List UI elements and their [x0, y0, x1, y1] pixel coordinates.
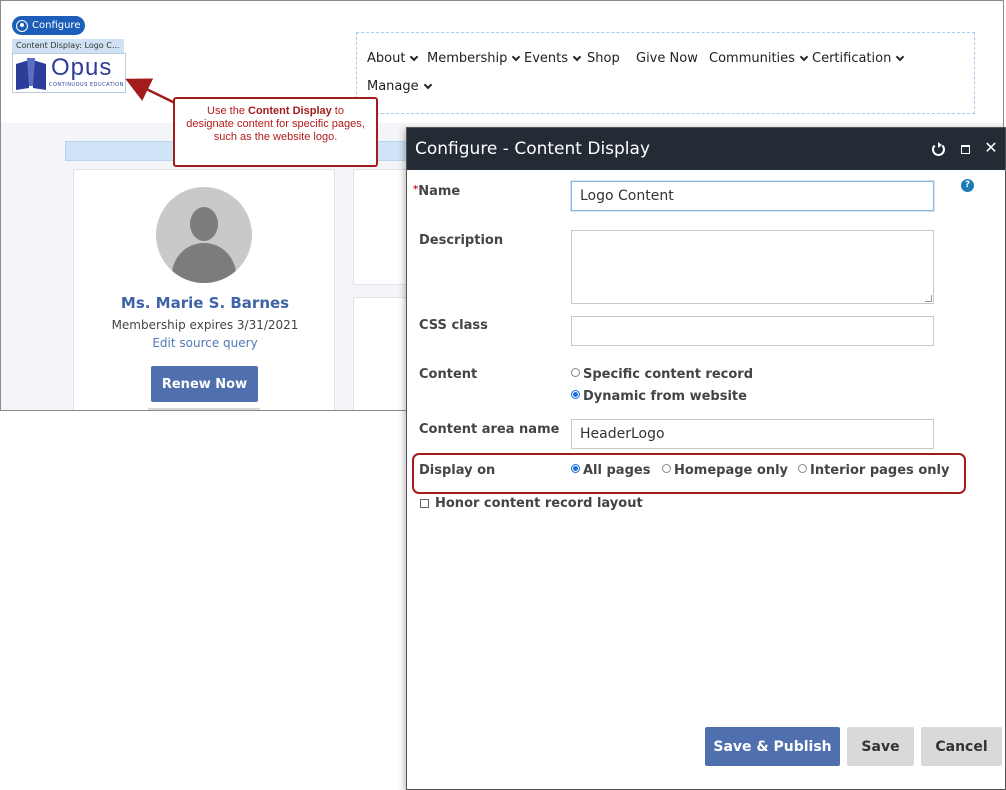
logo-text: Opus	[51, 54, 113, 81]
avatar-head	[190, 207, 218, 241]
content-area-name-label: Content area name	[419, 422, 560, 437]
name-label: *Name	[413, 184, 460, 199]
nav-label: Communities	[709, 51, 795, 66]
maximize-icon[interactable]	[956, 139, 974, 157]
nav-item-give-now[interactable]: Give Now	[636, 51, 698, 66]
profile-card: Ms. Marie S. Barnes Membership expires 3…	[73, 169, 336, 410]
help-icon[interactable]: ?	[961, 179, 974, 192]
site-header: Configure Content Display: Logo C... Opu…	[1, 1, 1003, 123]
chevron-down-icon	[423, 80, 432, 90]
display-on-label: Display on	[419, 463, 496, 478]
save-button[interactable]: Save	[847, 727, 914, 766]
content-label: Content	[419, 367, 478, 382]
css-class-label: CSS class	[419, 318, 488, 333]
nav-item-shop[interactable]: Shop	[587, 51, 620, 66]
content-display-label: Content Display: Logo C...	[12, 39, 124, 53]
resize-handle-icon[interactable]	[925, 295, 932, 302]
nav-item-certification[interactable]: Certification	[812, 51, 905, 66]
content-option-specific[interactable]: Specific content record	[571, 367, 753, 382]
avatar	[156, 187, 252, 283]
nav-item-events[interactable]: Events	[524, 51, 582, 66]
nav-label: Events	[524, 51, 569, 66]
book-logo-icon	[16, 58, 46, 90]
avatar-body	[172, 243, 236, 283]
nav-item-communities[interactable]: Communities	[709, 51, 809, 66]
name-label-text: Name	[418, 184, 461, 199]
radio-icon[interactable]	[571, 367, 580, 377]
display-option-all[interactable]: All pages	[571, 463, 650, 478]
configure-dialog: Configure - Content Display ✕ ? *Name Lo…	[406, 127, 1006, 790]
renew-now-button[interactable]: Renew Now	[151, 366, 258, 402]
gear-icon	[16, 19, 28, 32]
display-option-homepage[interactable]: Homepage only	[662, 463, 788, 478]
description-textarea[interactable]	[571, 230, 934, 304]
nav-label: Manage	[367, 79, 419, 94]
radio-checked-icon[interactable]	[571, 389, 580, 399]
membership-expiry: Membership expires 3/31/2021	[111, 318, 299, 332]
close-icon[interactable]: ✕	[982, 139, 1000, 157]
radio-icon[interactable]	[662, 463, 671, 473]
callout-text: Use the	[207, 105, 248, 117]
radio-label: Specific content record	[583, 367, 754, 382]
radio-checked-icon[interactable]	[571, 463, 580, 473]
content-area-name-input[interactable]: HeaderLogo	[571, 419, 934, 449]
main-nav: About Membership Events Shop Give Now Co…	[356, 32, 975, 114]
nav-label: Give Now	[636, 51, 698, 66]
nav-item-membership[interactable]: Membership	[427, 51, 521, 66]
chevron-down-icon	[799, 52, 809, 62]
chevron-down-icon	[410, 52, 419, 62]
secondary-button-partial	[148, 408, 260, 410]
nav-label: About	[367, 51, 406, 66]
honor-layout-checkbox[interactable]	[420, 499, 429, 508]
description-label: Description	[419, 233, 504, 248]
radio-label: Homepage only	[674, 463, 789, 478]
callout-bold-text: Content Display	[248, 105, 332, 117]
nav-label: Certification	[812, 51, 892, 66]
radio-label: Interior pages only	[810, 463, 950, 478]
site-logo[interactable]: Opus CONTINUOUS EDUCATION	[12, 53, 126, 93]
configure-label: Configure	[32, 20, 81, 31]
radio-label: Dynamic from website	[583, 389, 747, 404]
profile-name: Ms. Marie S. Barnes	[120, 294, 290, 312]
dialog-title: Configure - Content Display	[415, 139, 651, 159]
content-option-dynamic[interactable]: Dynamic from website	[571, 389, 747, 404]
honor-layout-label: Honor content record layout	[435, 496, 643, 511]
configure-button[interactable]: Configure	[12, 16, 86, 35]
refresh-icon[interactable]	[929, 139, 947, 157]
cancel-button[interactable]: Cancel	[921, 727, 1002, 766]
nav-label: Membership	[427, 51, 508, 66]
callout-note: Use the Content Display to designate con…	[173, 97, 378, 167]
nav-label: Shop	[587, 51, 620, 66]
logo-subtext: CONTINUOUS EDUCATION	[49, 82, 124, 88]
chevron-down-icon	[572, 52, 582, 62]
radio-icon[interactable]	[798, 463, 807, 473]
display-option-interior[interactable]: Interior pages only	[798, 463, 949, 478]
save-publish-button[interactable]: Save & Publish	[705, 727, 840, 766]
name-input[interactable]: Logo Content	[571, 181, 934, 211]
nav-item-manage[interactable]: Manage	[367, 79, 432, 94]
chevron-down-icon	[512, 52, 521, 62]
css-class-input[interactable]	[571, 316, 934, 346]
chevron-down-icon	[896, 52, 905, 62]
dialog-titlebar: Configure - Content Display ✕	[407, 128, 1005, 170]
radio-label: All pages	[583, 463, 651, 478]
edit-source-query-link[interactable]: Edit source query	[74, 336, 336, 350]
nav-item-about[interactable]: About	[367, 51, 419, 66]
